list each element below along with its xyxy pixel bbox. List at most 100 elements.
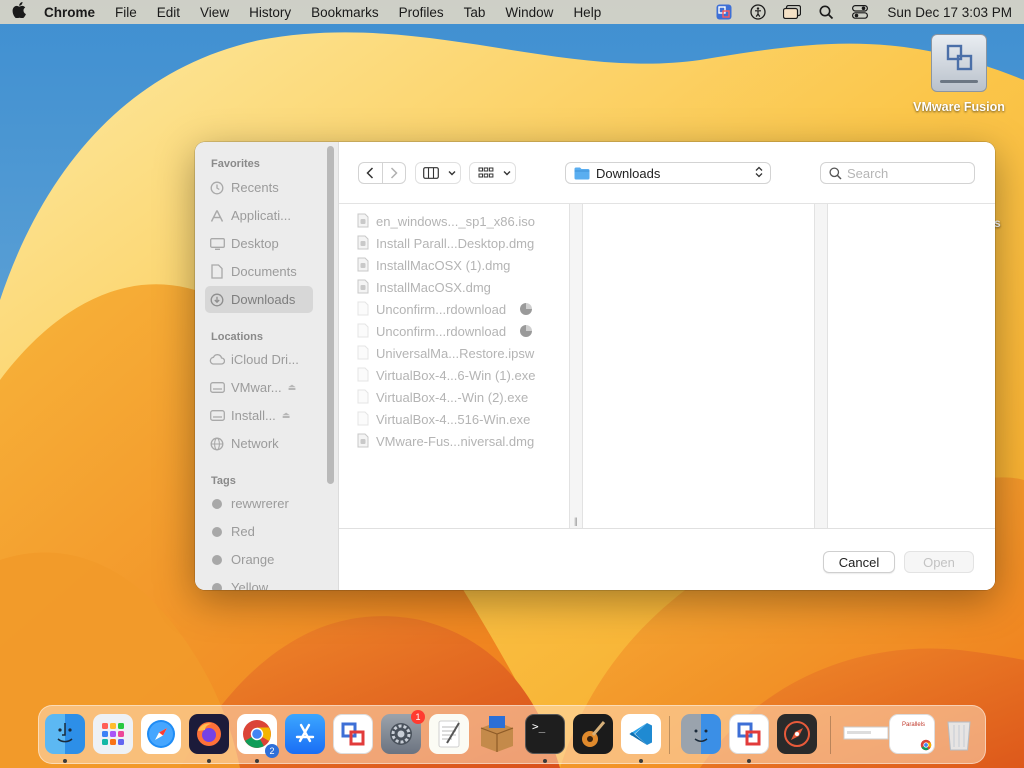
vscode-icon[interactable]: [621, 714, 661, 754]
control-center-icon[interactable]: [843, 0, 877, 24]
dock: 2 1 >_ Parallels: [38, 705, 986, 764]
download-progress-icon: [520, 325, 533, 337]
chevron-right-icon[interactable]: [383, 163, 406, 183]
window-icon[interactable]: [775, 0, 809, 24]
chevron-down-icon: [446, 163, 458, 183]
file-list-item[interactable]: Unconfirm...rdownload: [357, 320, 567, 342]
guitar-icon[interactable]: [573, 714, 613, 754]
file-list-item[interactable]: VirtualBox-4...-Win (2).exe: [357, 386, 567, 408]
spotlight-search-icon[interactable]: [809, 0, 843, 24]
file-list-item[interactable]: VirtualBox-4...6-Win (1).exe: [357, 364, 567, 386]
sidebar-item-network[interactable]: Network: [205, 430, 313, 457]
firefox-icon[interactable]: [189, 714, 229, 754]
textedit-icon[interactable]: [429, 714, 469, 754]
vmware-status-icon[interactable]: [707, 0, 741, 24]
menu-profiles[interactable]: Profiles: [389, 5, 454, 20]
launchpad-icon[interactable]: [93, 714, 133, 754]
group-by-button[interactable]: [469, 162, 516, 184]
eject-icon[interactable]: ⏏: [288, 382, 297, 393]
file-list-item[interactable]: Install Parall...Desktop.dmg: [357, 232, 567, 254]
download-preview-thumbnail[interactable]: Parallels: [889, 714, 935, 754]
menu-window[interactable]: Window: [495, 5, 563, 20]
file-list-item[interactable]: VirtualBox-4...516-Win.exe: [357, 408, 567, 430]
sidebar-item-label: Install...: [231, 408, 276, 423]
sidebar-item-desktop[interactable]: Desktop: [205, 230, 313, 257]
column-resize-grip[interactable]: ||: [574, 516, 578, 526]
chrome-icon[interactable]: 2: [237, 714, 279, 758]
menu-clock[interactable]: Sun Dec 17 3:03 PM: [877, 5, 1012, 20]
settings-gear-icon[interactable]: 1: [381, 710, 425, 754]
sidebar-item-label: Applicati...: [231, 208, 291, 223]
trash-icon[interactable]: [939, 714, 979, 754]
sidebar-item-label: Yellow: [231, 580, 269, 590]
menu-app-name[interactable]: Chrome: [38, 5, 105, 20]
sidebar-item-label: Downloads: [231, 292, 296, 307]
menu-history[interactable]: History: [239, 5, 301, 20]
chrome-icon: [920, 739, 932, 751]
desktop-icon-vmware-fusion[interactable]: VMware Fusion: [906, 34, 1012, 114]
desktop-icon: [205, 237, 229, 250]
file-name: VMware-Fus...niversal.dmg: [376, 433, 535, 449]
search-input[interactable]: [847, 165, 965, 181]
sidebar-tag-yellow[interactable]: Yellow: [205, 574, 313, 590]
running-indicator: [255, 759, 259, 763]
drive-icon: [205, 382, 229, 393]
file-name: UniversalMa...Restore.ipsw: [376, 345, 535, 361]
folder-icon: [574, 167, 590, 179]
sidebar-item-install-volume[interactable]: Install... ⏏: [205, 402, 313, 429]
menu-bookmarks[interactable]: Bookmarks: [301, 5, 389, 20]
vmware-fusion-icon[interactable]: [729, 714, 769, 754]
downloads-stack-icon[interactable]: [841, 714, 891, 754]
sidebar-item-downloads[interactable]: Downloads: [205, 286, 313, 313]
location-popup[interactable]: Downloads: [565, 162, 771, 184]
file-list-item[interactable]: UniversalMa...Restore.ipsw: [357, 342, 567, 364]
sidebar-scrollbar[interactable]: [327, 146, 334, 484]
sidebar-tag-red[interactable]: Red: [205, 518, 313, 545]
accessibility-icon[interactable]: [741, 0, 775, 24]
dialog-footer: Cancel Open: [339, 528, 995, 590]
file-list-item[interactable]: VMware-Fus...niversal.dmg: [357, 430, 567, 452]
apple-menu-icon[interactable]: [0, 2, 38, 22]
disk-image-file-icon: [357, 235, 371, 251]
sidebar-item-vmware-volume[interactable]: VMwar... ⏏: [205, 374, 313, 401]
eject-icon[interactable]: ⏏: [282, 410, 291, 421]
sidebar-item-applications[interactable]: Applicati...: [205, 202, 313, 229]
compass-icon[interactable]: [777, 714, 817, 754]
chevron-left-icon[interactable]: [359, 163, 382, 183]
safari-icon[interactable]: [141, 714, 181, 754]
sidebar-tag-rewwrerer[interactable]: rewwrerer: [205, 490, 313, 517]
file-list-item[interactable]: InstallMacOSX.dmg: [357, 276, 567, 298]
terminal-icon[interactable]: >_: [525, 714, 565, 754]
file-list-item[interactable]: en_windows..._sp1_x86.iso: [357, 210, 567, 232]
menu-file[interactable]: File: [105, 5, 147, 20]
column-divider[interactable]: [814, 204, 828, 528]
app-store-icon[interactable]: [285, 714, 325, 754]
back-forward-control: [358, 162, 406, 184]
chrome-profile-badge: 2: [265, 744, 279, 758]
sidebar-item-recents[interactable]: Recents: [205, 174, 313, 201]
menu-tab[interactable]: Tab: [454, 5, 496, 20]
menu-edit[interactable]: Edit: [147, 5, 190, 20]
cancel-button[interactable]: Cancel: [823, 551, 895, 573]
menu-help[interactable]: Help: [563, 5, 611, 20]
sidebar-heading-favorites: Favorites: [211, 158, 260, 170]
column-divider[interactable]: ||: [569, 204, 583, 528]
vmware-fusion-icon[interactable]: [333, 714, 373, 754]
menu-view[interactable]: View: [190, 5, 239, 20]
search-field[interactable]: [820, 162, 975, 184]
search-icon: [829, 166, 842, 180]
file-name: VirtualBox-4...-Win (2).exe: [376, 389, 529, 405]
file-list-item[interactable]: Unconfirm...rdownload: [357, 298, 567, 320]
sidebar-heading-tags: Tags: [211, 475, 236, 487]
sidebar-item-documents[interactable]: Documents: [205, 258, 313, 285]
sidebar-tag-orange[interactable]: Orange: [205, 546, 313, 573]
file-list-item[interactable]: InstallMacOSX (1).dmg: [357, 254, 567, 276]
open-button[interactable]: Open: [904, 551, 974, 573]
finder-icon[interactable]: [45, 714, 85, 754]
view-mode-button[interactable]: [415, 162, 461, 184]
running-indicator: [639, 759, 643, 763]
installer-box-icon[interactable]: [477, 714, 517, 754]
migration-assistant-icon[interactable]: [681, 714, 721, 754]
tag-dot-icon: [212, 526, 222, 537]
sidebar-item-icloud-drive[interactable]: iCloud Dri...: [205, 346, 313, 373]
